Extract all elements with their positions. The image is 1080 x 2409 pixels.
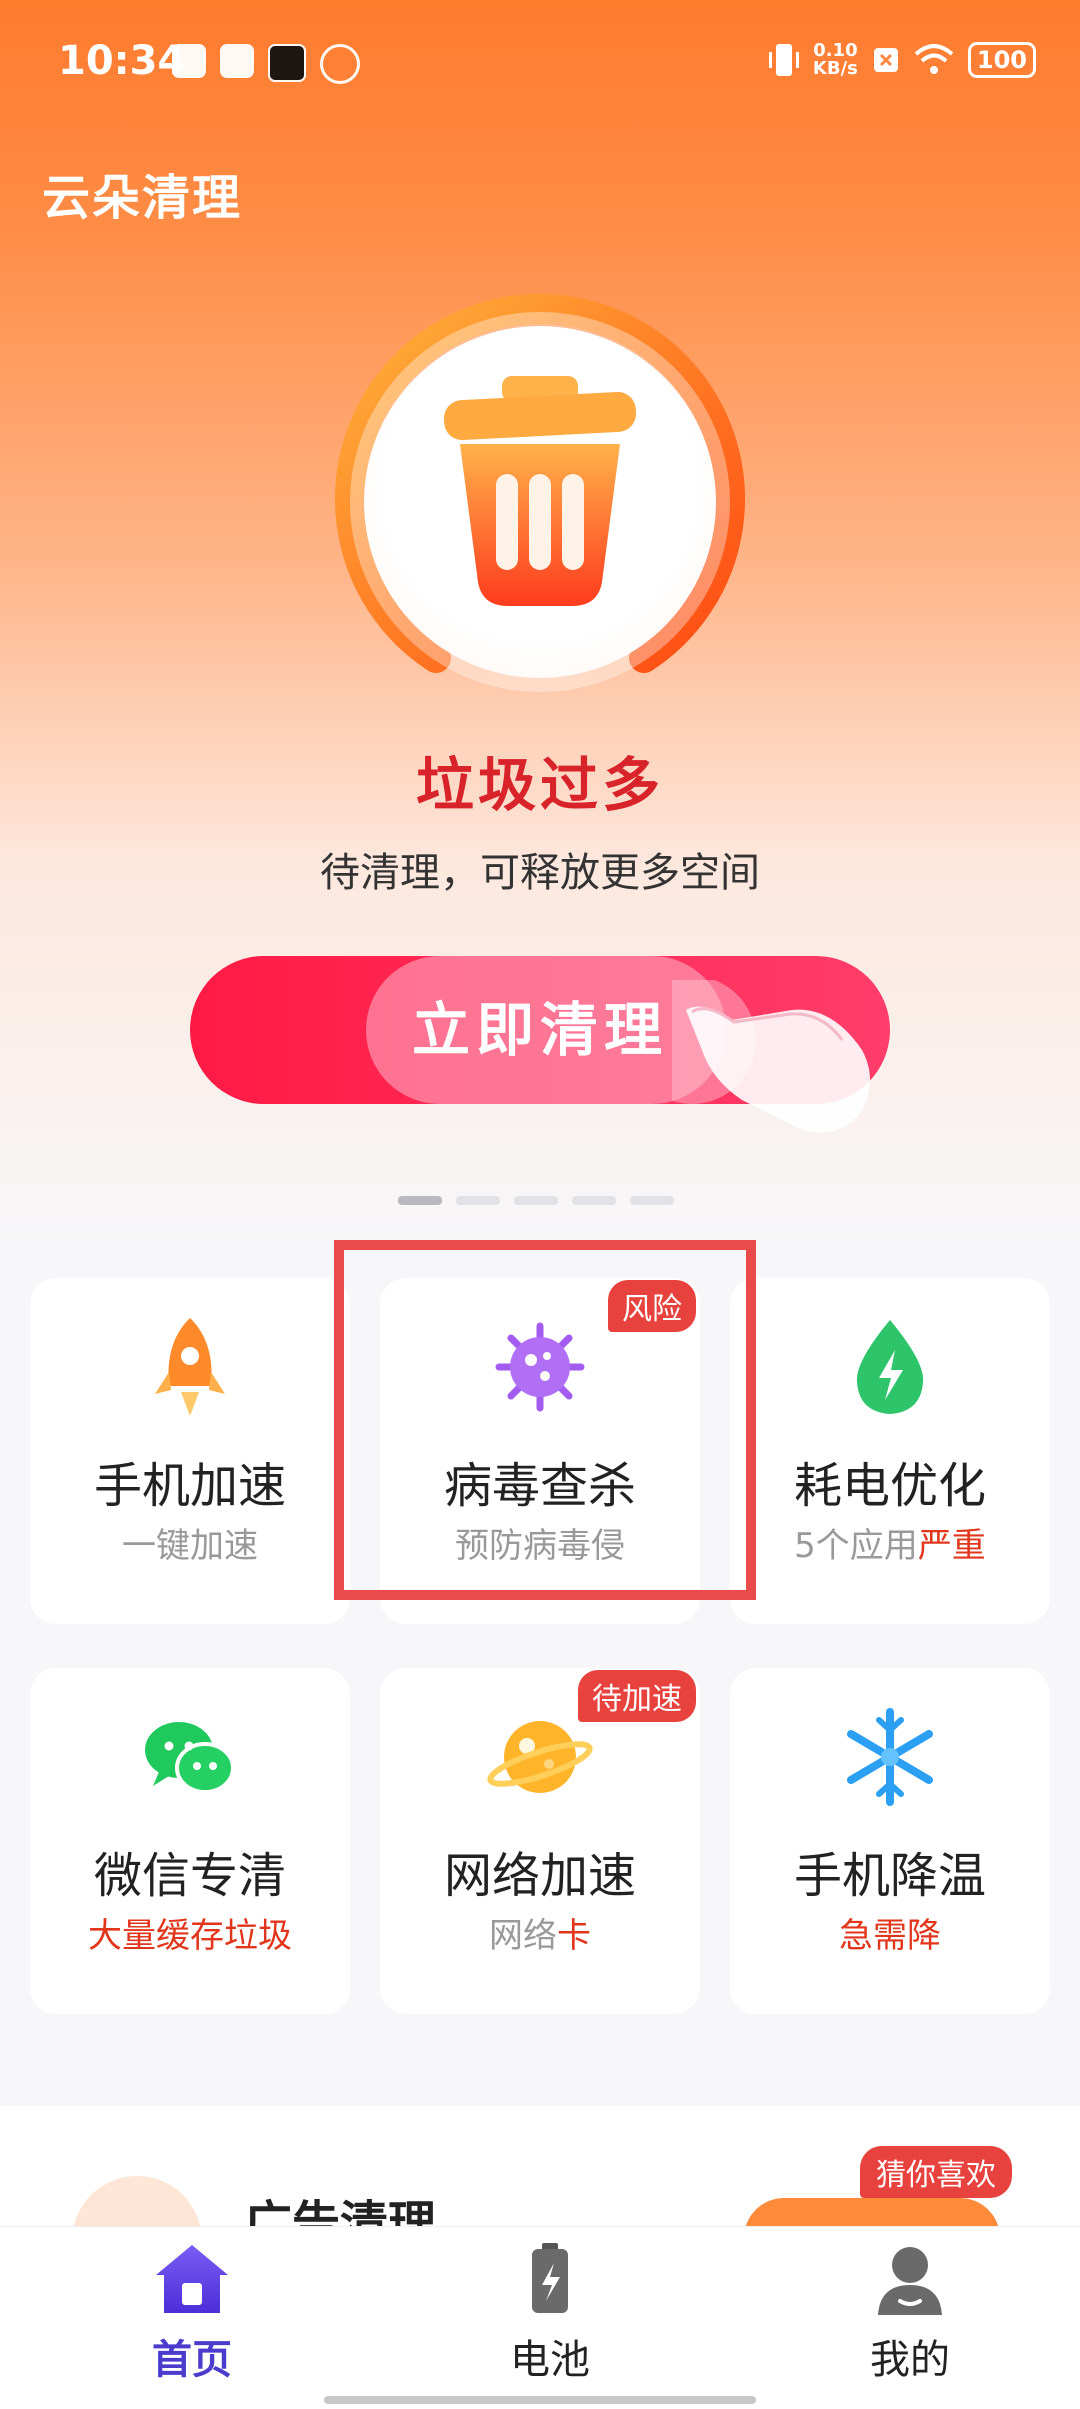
status-right: 0.10 KB/s 100 [768, 40, 1036, 80]
carousel-dot[interactable] [572, 1196, 616, 1205]
tab-home[interactable]: 首页 [92, 2227, 292, 2397]
card-title: 网络加速 [443, 1848, 636, 1904]
card-subtitle: 5个应用严重 [730, 1518, 1050, 1567]
subtitle-warning: 卡 [557, 1916, 591, 1956]
mail-notification-icon [220, 44, 254, 78]
notification-icons [172, 44, 360, 84]
wifi-icon [914, 44, 954, 74]
battery-icon [532, 2243, 568, 2313]
subtitle-prefix: 5个应用 [794, 1526, 918, 1566]
clean-now-button[interactable]: 立即清理 [190, 956, 890, 1104]
rocket-icon [155, 1318, 225, 1416]
carousel-dot[interactable] [398, 1196, 442, 1205]
sim-x-icon [873, 48, 898, 72]
subtitle-prefix: 网络 [489, 1916, 557, 1956]
clean-progress-ring[interactable] [326, 288, 754, 716]
app-logo-title: 云朵清理 [42, 170, 243, 226]
trash-icon [444, 376, 636, 606]
card-wechat-clean[interactable]: 微信专清 大量缓存垃圾 [30, 1668, 350, 2014]
carousel-dot[interactable] [456, 1196, 500, 1205]
net-speed-unit: KB/s [812, 58, 858, 79]
card-phone-boost[interactable]: 手机加速 一键加速 [30, 1278, 350, 1624]
junk-status-title: 垃圾过多 [415, 751, 664, 819]
card-title: 微信专清 [93, 1848, 286, 1904]
card-title: 耗电优化 [793, 1458, 986, 1514]
tab-profile[interactable]: 我的 [810, 2227, 1010, 2397]
tab-battery[interactable]: 电池 [450, 2227, 650, 2397]
card-subtitle: 大量缓存垃圾 [88, 1916, 292, 1956]
tiktok-notification-icon [268, 44, 306, 82]
pending-boost-badge: 待加速 [578, 1670, 696, 1722]
tab-label: 我的 [870, 2337, 950, 2383]
recommend-badge: 猜你喜欢 [860, 2146, 1012, 2198]
card-phone-cool[interactable]: 手机降温 急需降 [730, 1668, 1050, 2014]
net-speed: 0.10 KB/s [813, 42, 858, 78]
card-title: 手机加速 [93, 1458, 286, 1514]
tab-label: 电池 [510, 2337, 590, 2383]
carousel-dot[interactable] [514, 1196, 558, 1205]
carousel-dot[interactable] [630, 1196, 674, 1205]
gesture-home-indicator[interactable] [324, 2396, 756, 2404]
card-power-optimize[interactable]: 耗电优化 5个应用严重 [730, 1278, 1050, 1624]
card-subtitle: 网络卡 [380, 1908, 700, 1957]
bottom-tab-bar: 首页 电池 我的 [0, 2226, 1080, 2409]
card-subtitle: 急需降 [839, 1916, 941, 1956]
profile-icon [878, 2247, 942, 2315]
link-notification-icon [320, 44, 360, 84]
junk-status-subtitle: 待清理，可释放更多空间 [320, 850, 760, 896]
subtitle-warning: 严重 [917, 1526, 986, 1566]
home-icon [156, 2245, 228, 2313]
clean-now-label: 立即清理 [411, 996, 668, 1064]
wechat-icon [145, 1722, 235, 1794]
battery-level: 100 [967, 42, 1036, 78]
card-title: 手机降温 [793, 1848, 986, 1904]
carousel-indicator [398, 1196, 674, 1205]
battery-drop-icon [856, 1320, 924, 1414]
highlight-box [334, 1240, 756, 1600]
tab-label: 首页 [152, 2337, 232, 2383]
app-notification-icon [172, 44, 206, 78]
card-subtitle: 一键加速 [122, 1526, 258, 1566]
status-time: 10:34 [58, 38, 186, 84]
status-bar: 10:34 0.10 KB/s 100 [0, 0, 1080, 130]
vibrate-icon [768, 44, 799, 76]
snowflake-icon [847, 1708, 933, 1806]
